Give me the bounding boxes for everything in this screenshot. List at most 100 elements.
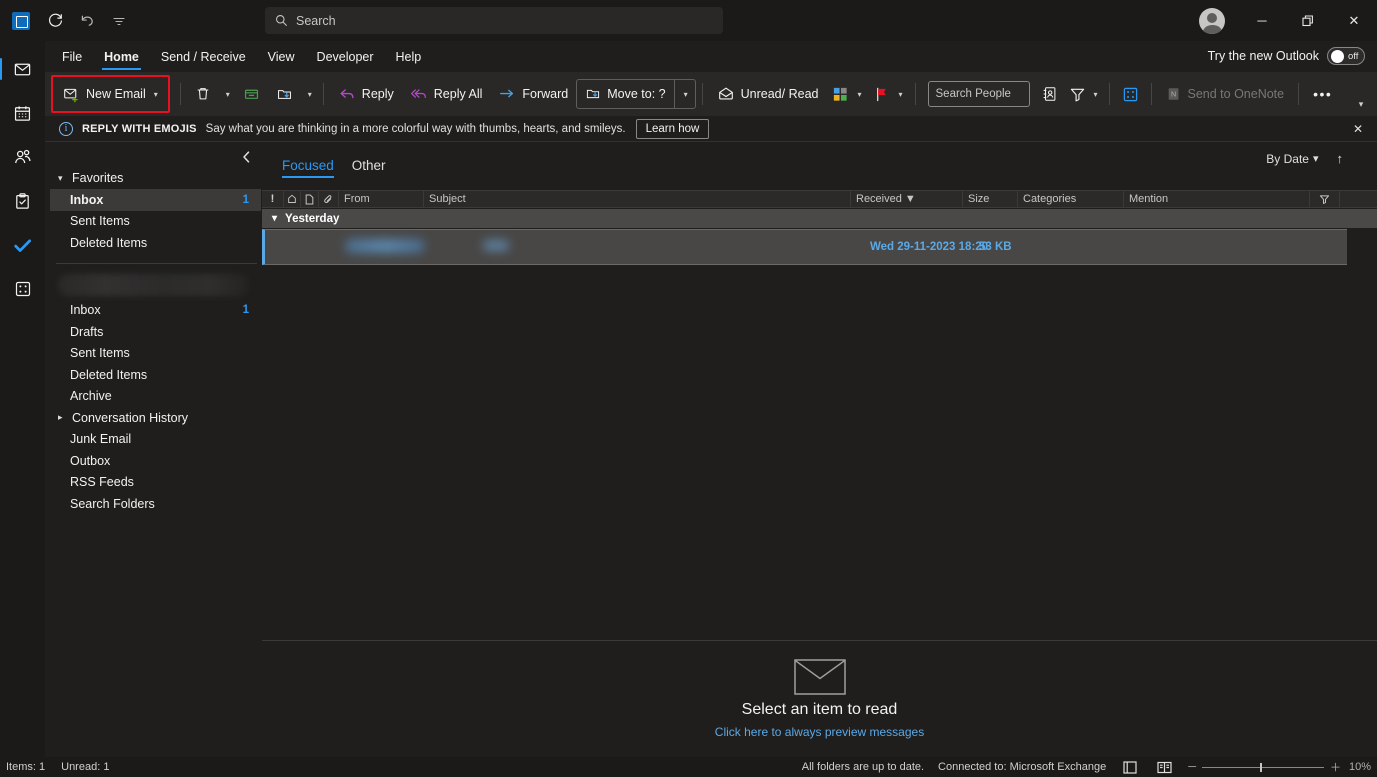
promo-banner: i REPLY WITH EMOJIS Say what you are thi… (45, 116, 1377, 142)
zoom-thumb[interactable] (1260, 762, 1262, 772)
filter-email-button[interactable]: ▾ (1064, 78, 1103, 110)
more-options-button[interactable]: ••• (1305, 78, 1340, 110)
search-icon (276, 15, 287, 26)
menu-item-developer[interactable]: Developer (307, 46, 384, 68)
always-preview-link[interactable]: Click here to always preview messages (715, 725, 924, 739)
addins-icon (1123, 87, 1137, 101)
pivot-focused[interactable]: Focused (282, 158, 334, 178)
sync-refresh-icon[interactable] (40, 6, 70, 36)
reply-button[interactable]: Reply (330, 78, 402, 110)
column-received[interactable]: Received ▼ (851, 190, 963, 208)
rail-item-tasks[interactable] (4, 182, 42, 220)
reading-view-button[interactable] (1154, 759, 1174, 775)
account-name-redacted[interactable] (58, 273, 249, 296)
sidebar-item-inbox[interactable]: Inbox 1 (50, 300, 261, 322)
sidebar-item-deleted-items[interactable]: Deleted Items (50, 364, 261, 386)
move-dropdown[interactable]: ▾ (301, 78, 317, 110)
reply-all-button[interactable]: Reply All (402, 78, 491, 110)
search-people-input[interactable]: Search People (927, 81, 1030, 107)
date-group-header-yesterday[interactable]: ▾ Yesterday (262, 209, 1377, 228)
rail-item-mail[interactable] (0, 50, 42, 88)
column-importance[interactable]: ! (262, 190, 284, 208)
column-attachment[interactable] (319, 190, 339, 208)
learn-how-button[interactable]: Learn how (635, 118, 710, 139)
chevron-down-icon[interactable]: ▾ (154, 90, 158, 99)
column-from[interactable]: From (339, 190, 424, 208)
zoom-track[interactable] (1202, 762, 1324, 772)
close-button[interactable]: ✕ (1331, 0, 1377, 41)
unread-read-button[interactable]: Unread/ Read (709, 78, 827, 110)
send-to-onenote-button[interactable]: N Send to OneNote (1158, 78, 1293, 110)
move-to-dropdown[interactable]: ▾ (675, 80, 695, 108)
sidebar-item-sent-items[interactable]: Sent Items (50, 343, 261, 365)
connection-status-label: Connected to: Microsoft Exchange (938, 761, 1107, 773)
flag-button[interactable]: ▾ (867, 78, 908, 110)
categorize-button[interactable]: ▾ (826, 78, 867, 110)
column-mention[interactable]: Mention (1124, 190, 1310, 208)
move-button[interactable] (268, 78, 301, 110)
delete-button[interactable] (187, 78, 219, 110)
sidebar-collapse-button[interactable] (235, 147, 257, 167)
column-subject[interactable]: Subject (424, 190, 851, 208)
sidebar-item-rss-feeds[interactable]: RSS Feeds (50, 472, 261, 494)
table-row[interactable]: Wed 29-11-2023 18:20 53 KB (262, 229, 1347, 265)
search-people-placeholder: Search People (935, 88, 1011, 100)
rail-item-more-apps[interactable] (4, 270, 42, 308)
sort-direction-icon[interactable]: ↑ (1337, 151, 1344, 166)
chevron-down-icon[interactable]: ▾ (1094, 90, 1098, 99)
folder-sidebar: ▾ Favorites Inbox 1 Sent Items Deleted I… (50, 145, 261, 757)
sidebar-item-junk-email[interactable]: Junk Email (50, 429, 261, 451)
rail-item-people[interactable] (4, 138, 42, 176)
menu-item-home[interactable]: Home (94, 46, 149, 70)
new-email-button[interactable]: New Email ▾ (55, 78, 166, 110)
customize-quick-access-icon[interactable] (104, 6, 134, 36)
chevron-right-icon[interactable]: ▸ (58, 412, 68, 423)
ribbon-expand-button[interactable]: ▾ (1349, 94, 1373, 114)
banner-close-button[interactable]: ✕ (1349, 120, 1367, 138)
normal-view-button[interactable] (1120, 759, 1140, 775)
try-new-outlook-group: Try the new Outlook off (1208, 47, 1365, 65)
minimize-button[interactable]: ─ (1239, 0, 1285, 41)
sidebar-item-favorites-sent-items[interactable]: Sent Items (50, 211, 261, 233)
menu-item-help[interactable]: Help (386, 46, 432, 68)
bell-reminder-icon (288, 194, 296, 203)
sidebar-item-favorites-inbox[interactable]: Inbox 1 (50, 189, 261, 211)
try-new-outlook-toggle[interactable]: off (1327, 47, 1365, 65)
chevron-down-icon[interactable]: ▾ (857, 90, 861, 99)
menu-item-view[interactable]: View (258, 46, 305, 68)
search-input[interactable]: Search (265, 7, 723, 34)
sidebar-item-search-folders[interactable]: Search Folders (50, 493, 261, 515)
sidebar-item-drafts[interactable]: Drafts (50, 321, 261, 343)
avatar[interactable] (1199, 7, 1225, 34)
categorize-icon (834, 87, 848, 101)
sidebar-item-favorites-deleted-items[interactable]: Deleted Items (50, 232, 261, 254)
menu-item-send-receive[interactable]: Send / Receive (151, 46, 256, 68)
column-filter-toggle[interactable] (1310, 190, 1340, 208)
zoom-slider[interactable]: ─ ＋ 10% (1188, 759, 1371, 775)
move-to-button[interactable]: Move to: ? (577, 80, 673, 108)
maximize-restore-button[interactable] (1285, 0, 1331, 41)
column-size[interactable]: Size (963, 190, 1018, 208)
address-book-button[interactable] (1036, 78, 1064, 110)
addins-button[interactable] (1116, 78, 1145, 110)
column-reminder[interactable] (284, 190, 301, 208)
favorites-group-header[interactable]: ▾ Favorites (50, 167, 261, 189)
undo-icon[interactable] (72, 6, 102, 36)
sidebar-item-archive[interactable]: Archive (50, 386, 261, 408)
zoom-out-button[interactable]: ─ (1188, 761, 1196, 773)
sidebar-item-conversation-history[interactable]: ▸ Conversation History (50, 407, 261, 429)
column-icon[interactable] (301, 190, 319, 208)
column-categories[interactable]: Categories (1018, 190, 1124, 208)
rail-item-calendar[interactable] (4, 94, 42, 132)
forward-button[interactable]: Forward (490, 78, 576, 110)
sidebar-item-outbox[interactable]: Outbox (50, 450, 261, 472)
sort-by-label[interactable]: By Date (1266, 152, 1309, 166)
chevron-down-icon[interactable]: ▾ (1313, 152, 1319, 165)
delete-dropdown[interactable]: ▾ (219, 78, 235, 110)
chevron-down-icon[interactable]: ▾ (898, 90, 902, 99)
archive-button[interactable] (235, 78, 268, 110)
zoom-in-button[interactable]: ＋ (1330, 759, 1341, 775)
menu-item-file[interactable]: File (52, 46, 92, 68)
rail-item-todo[interactable] (4, 226, 42, 264)
pivot-other[interactable]: Other (352, 158, 386, 178)
